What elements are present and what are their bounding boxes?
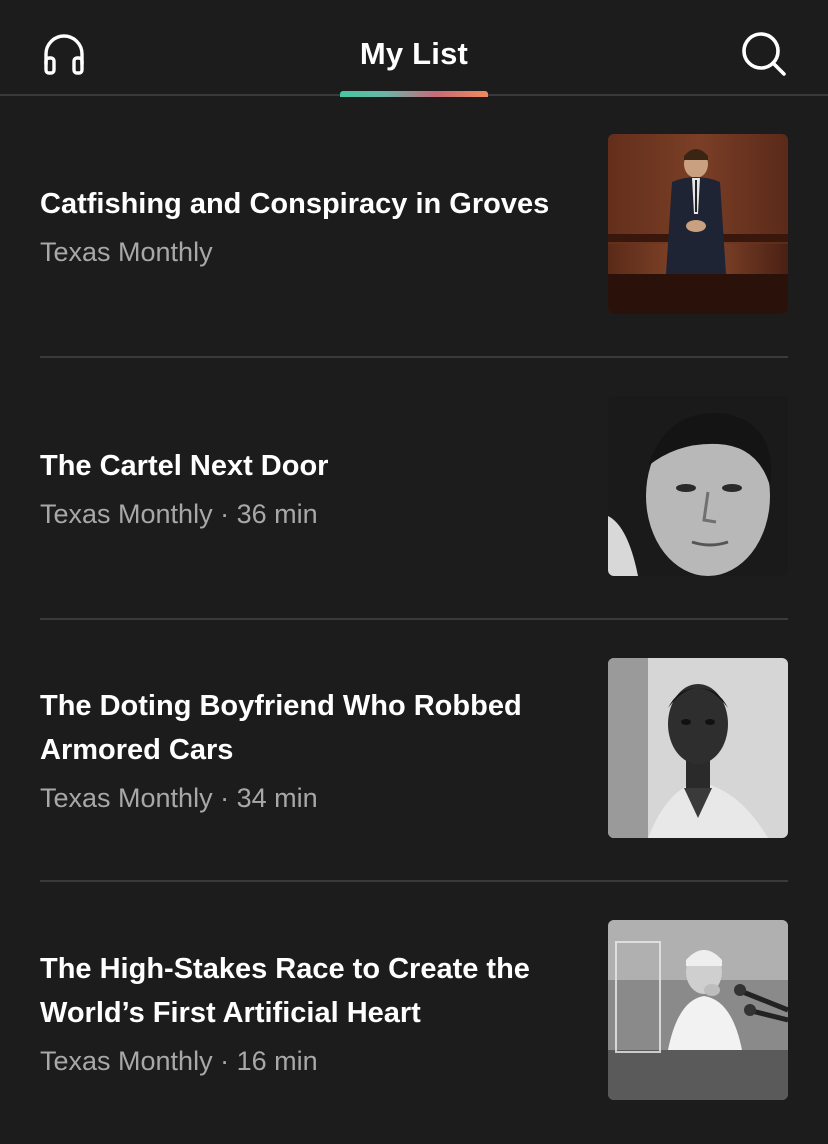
list-item[interactable]: The High-Stakes Race to Create the World… [40,882,788,1144]
article-thumbnail[interactable] [608,134,788,314]
list-item[interactable]: The Cartel Next Door Texas Monthly · 36 … [40,358,788,620]
search-icon[interactable] [738,28,790,80]
article-title[interactable]: The High-Stakes Race to Create the World… [40,947,570,1035]
article-thumbnail[interactable] [608,396,788,576]
list-item[interactable]: Catfishing and Conspiracy in Groves Texa… [40,96,788,358]
article-meta: Texas Monthly · 36 min [40,499,318,529]
article-meta: Texas Monthly · 16 min [40,1046,318,1076]
page-title[interactable]: My List [0,36,828,72]
app-header: My List [0,0,828,97]
article-meta: Texas Monthly · 34 min [40,783,318,813]
list-item[interactable]: The Doting Boyfriend Who Robbed Armored … [40,620,788,882]
article-thumbnail[interactable] [608,658,788,838]
article-title[interactable]: Catfishing and Conspiracy in Groves [40,182,570,226]
article-title[interactable]: The Cartel Next Door [40,444,570,488]
my-list: Catfishing and Conspiracy in Groves Texa… [40,96,788,1144]
article-meta: Texas Monthly [40,237,213,267]
article-thumbnail[interactable] [608,920,788,1100]
article-title[interactable]: The Doting Boyfriend Who Robbed Armored … [40,684,570,772]
